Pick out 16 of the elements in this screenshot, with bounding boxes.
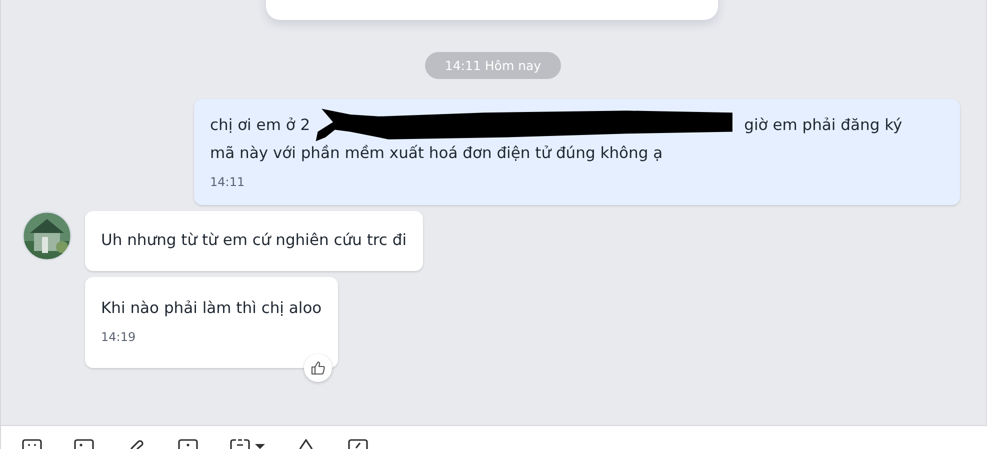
photo-icon[interactable] (177, 439, 199, 449)
message-text: Uh nhưng từ từ em cứ nghiên cứu trc đi (101, 230, 407, 251)
sticker-icon[interactable] (21, 439, 43, 449)
thumbs-up-icon (310, 360, 326, 376)
caret-icon[interactable] (255, 444, 265, 449)
message-text: Khi nào phải làm thì chị aloo (101, 298, 322, 319)
checkbox-icon[interactable] (347, 439, 369, 449)
date-divider: 14:11 Hôm nay (424, 52, 562, 79)
message-time: 14:11 (210, 175, 246, 189)
like-button[interactable] (304, 354, 332, 382)
message-text: chị ơi em ở 2 (210, 115, 310, 136)
image-icon[interactable] (73, 439, 95, 449)
message-text: giờ em phải đăng ký (744, 115, 902, 136)
message-text: mã này với phần mềm xuất hoá đơn điện tử đúng không ạ (210, 143, 664, 164)
capture-icon[interactable] (229, 439, 251, 449)
message-time: 14:19 (101, 330, 137, 344)
